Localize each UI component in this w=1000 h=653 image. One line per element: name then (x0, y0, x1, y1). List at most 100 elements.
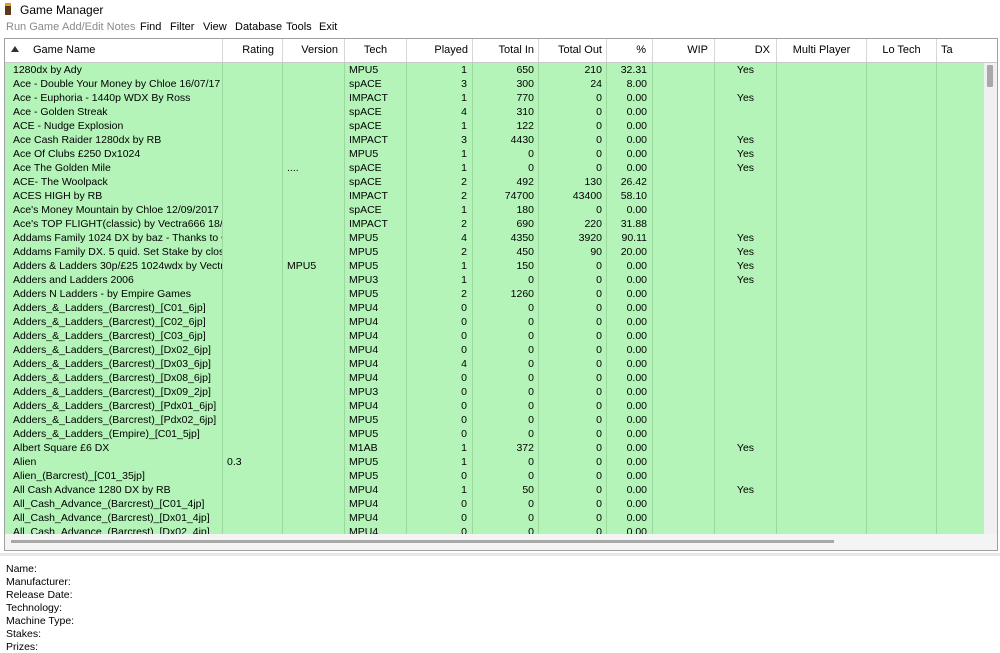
cell-lo-tech (867, 175, 937, 189)
menu-find[interactable]: Find (140, 21, 161, 33)
table-row[interactable]: All_Cash_Advance_(Barcrest)_[Dx01_4jp] MP… (5, 511, 985, 525)
cell-total-out: 0 (539, 203, 607, 217)
table-row[interactable]: Adders_&_Ladders_(Barcrest)_[C03_6jp] MPU… (5, 329, 985, 343)
cell-dx (715, 497, 777, 511)
cell-multi-player (777, 147, 867, 161)
column-header-game-name[interactable]: Game Name (5, 39, 223, 62)
cell-total-out: 0 (539, 413, 607, 427)
column-header-total-in[interactable]: Total In (473, 39, 539, 62)
cell-total-in: 4430 (473, 133, 539, 147)
table-row[interactable]: Adders_&_Ladders_(Barcrest)_[Dx03_6jp] MP… (5, 357, 985, 371)
cell-multi-player (777, 133, 867, 147)
menu-tools[interactable]: Tools (286, 21, 312, 33)
menu-add-edit-notes[interactable]: Add/Edit Notes (62, 21, 135, 33)
table-row[interactable]: Ace Of Clubs £250 Dx1024 MPU5 1 0 0 0.00 Yes (5, 147, 985, 161)
table-row[interactable]: Adders_&_Ladders_(Barcrest)_[Dx02_6jp] MP… (5, 343, 985, 357)
cell-dx: Yes (715, 133, 777, 147)
table-row[interactable]: Albert Square £6 DX M1AB 1 372 0 0.00 Yes (5, 441, 985, 455)
column-header-total-out[interactable]: Total Out (539, 39, 607, 62)
table-row[interactable]: Adders_&_Ladders_(Barcrest)_[Dx08_6jp] MP… (5, 371, 985, 385)
table-row[interactable]: Addams Family DX. 5 quid. Set Stake by c… (5, 245, 985, 259)
vertical-scrollbar[interactable] (984, 63, 997, 534)
menu-filter[interactable]: Filter (170, 21, 194, 33)
table-row[interactable]: Adders & Ladders 30p/£25 1024wdx by Vect… (5, 259, 985, 273)
cell-lo-tech (867, 105, 937, 119)
table-row[interactable]: Ace Cash Raider 1280dx by RB IMPACT 3 4430 0… (5, 133, 985, 147)
column-header-multi-player[interactable]: Multi Player (777, 39, 867, 62)
column-header-wip[interactable]: WIP (653, 39, 715, 62)
table-row[interactable]: Adders_&_Ladders_(Barcrest)_[C01_6jp] MPU… (5, 301, 985, 315)
cell-ta (937, 413, 985, 427)
table-row[interactable]: Adders N Ladders - by Empire Games MPU5 2 1… (5, 287, 985, 301)
cell-col: 0.00 (607, 441, 653, 455)
table-row[interactable]: ACES HIGH by RB IMPACT 2 74700 43400 58.10 (5, 189, 985, 203)
cell-ta (937, 175, 985, 189)
table-row[interactable]: ACE - Nudge Explosion spACE 1 122 0 0.00 (5, 119, 985, 133)
table-row[interactable]: All Cash Advance 1280 DX by RB MPU4 1 50 0 0.… (5, 483, 985, 497)
cell-wip (653, 77, 715, 91)
horizontal-scroll-thumb[interactable] (11, 540, 834, 543)
cell-version (283, 301, 345, 315)
cell-dx (715, 413, 777, 427)
table-row[interactable]: All_Cash_Advance_(Barcrest)_[Dx02_4jp] MP… (5, 525, 985, 534)
column-header-dx[interactable]: DX (715, 39, 777, 62)
cell-rating (223, 315, 283, 329)
table-row[interactable]: ACE- The Woolpack spACE 2 492 130 26.42 (5, 175, 985, 189)
table-row[interactable]: 1280dx by Ady MPU5 1 650 210 32.31 Yes (5, 63, 985, 77)
table-row[interactable]: Alien_(Barcrest)_[C01_35jp] MPU5 0 0 0 0.00 (5, 469, 985, 483)
cell-played: 0 (407, 371, 473, 385)
table-row[interactable]: Adders_&_Ladders_(Empire)_[C01_5jp] MPU5 0… (5, 427, 985, 441)
column-header-tech[interactable]: Tech (345, 39, 407, 62)
menu-database[interactable]: Database (235, 21, 282, 33)
panel-splitter[interactable] (0, 553, 1000, 556)
cell-tech: spACE (345, 105, 407, 119)
table-row[interactable]: Ace - Golden Streak spACE 4 310 0 0.00 (5, 105, 985, 119)
cell-total-in: 0 (473, 497, 539, 511)
cell-dx: Yes (715, 273, 777, 287)
cell-played: 2 (407, 245, 473, 259)
cell-rating (223, 273, 283, 287)
column-header-col[interactable]: % (607, 39, 653, 62)
cell-ta (937, 245, 985, 259)
table-row[interactable]: Addams Family 1024 DX by baz - Thanks to… (5, 231, 985, 245)
cell-tech: spACE (345, 175, 407, 189)
table-row[interactable]: All_Cash_Advance_(Barcrest)_[C01_4jp] MPU… (5, 497, 985, 511)
table-row[interactable]: Adders and Ladders 2006 MPU3 1 0 0 0.00 Yes (5, 273, 985, 287)
cell-rating (223, 245, 283, 259)
table-row[interactable]: Ace - Double Your Money by Chloe 16/07/1… (5, 77, 985, 91)
cell-ta (937, 189, 985, 203)
cell-played: 0 (407, 399, 473, 413)
column-header-lo-tech[interactable]: Lo Tech (867, 39, 937, 62)
table-row[interactable]: Ace The Golden Mile.... spACE 1 0 0 0.00 Yes (5, 161, 985, 175)
cell-multi-player (777, 315, 867, 329)
cell-lo-tech (867, 455, 937, 469)
table-row[interactable]: Adders_&_Ladders_(Barcrest)_[Pdx01_6jp] M… (5, 399, 985, 413)
cell-tech: MPU4 (345, 511, 407, 525)
table-row[interactable]: Adders_&_Ladders_(Barcrest)_[C02_6jp] MPU… (5, 315, 985, 329)
cell-col: 0.00 (607, 469, 653, 483)
cell-total-out: 0 (539, 273, 607, 287)
cell-lo-tech (867, 217, 937, 231)
table-row[interactable]: Ace's TOP FLIGHT(classic) by Vectra666 1… (5, 217, 985, 231)
table-row[interactable]: Ace's Money Mountain by Chloe 12/09/2017… (5, 203, 985, 217)
table-row[interactable]: Alien 0.3 MPU5 1 0 0 0.00 (5, 455, 985, 469)
table-row[interactable]: Adders_&_Ladders_(Barcrest)_[Dx09_2jp] MP… (5, 385, 985, 399)
menu-run-game[interactable]: Run Game (6, 21, 59, 33)
menu-view[interactable]: View (203, 21, 227, 33)
cell-col: 0.00 (607, 133, 653, 147)
cell-rating (223, 511, 283, 525)
column-header-played[interactable]: Played (407, 39, 473, 62)
table-row[interactable]: Ace - Euphoria - 1440p WDX By Ross IMPACT… (5, 91, 985, 105)
cell-total-in: 0 (473, 455, 539, 469)
cell-tech: MPU5 (345, 413, 407, 427)
cell-multi-player (777, 189, 867, 203)
table-row[interactable]: Adders_&_Ladders_(Barcrest)_[Pdx02_6jp] M… (5, 413, 985, 427)
horizontal-scrollbar[interactable] (5, 534, 997, 550)
column-header-version[interactable]: Version (283, 39, 345, 62)
cell-lo-tech (867, 441, 937, 455)
cell-dx (715, 77, 777, 91)
column-header-rating[interactable]: Rating (223, 39, 283, 62)
menu-exit[interactable]: Exit (319, 21, 337, 33)
vertical-scroll-thumb[interactable] (987, 65, 993, 87)
column-header-ta[interactable]: Ta (937, 39, 997, 62)
